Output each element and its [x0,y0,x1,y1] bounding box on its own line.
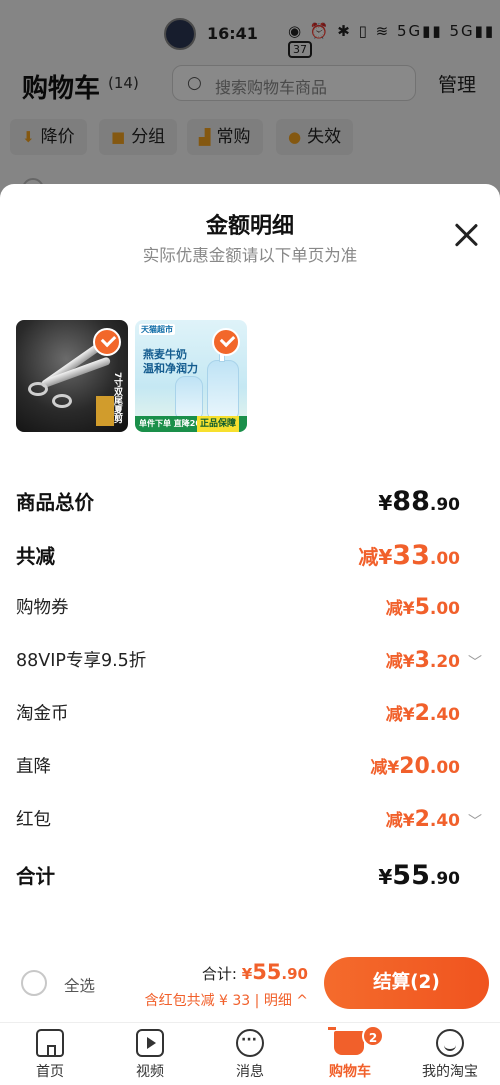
chevron-down-icon[interactable]: ﹀ [468,652,482,672]
tab-label: 首页 [36,1064,64,1080]
select-all-label[interactable]: 全选 [64,974,95,996]
tab-profile[interactable]: 我的淘宝 [400,1023,500,1085]
tab-messages[interactable]: 消息 [200,1023,300,1085]
detail-toggle[interactable]: 含红包共减 ¥ 33 | 明细 ^ [145,990,308,1010]
row-label: 淘金币 [16,704,69,724]
close-button[interactable] [452,220,482,250]
shampoo-store-tag: 天猫超市 [139,324,175,335]
tab-label: 我的淘宝 [422,1064,478,1080]
bottle-shape [175,376,203,420]
checkout-bar: 全选 合计: ¥55.90 含红包共减 ¥ 33 | 明细 ^ 结算(2) [0,946,500,1022]
row-direct-discount: 直降 减¥20.00 [16,753,460,785]
tab-label: 消息 [236,1064,264,1080]
row-value: 减¥33.00 [358,540,460,571]
row-red-packet[interactable]: 红包 减¥2.40 [16,806,460,838]
scissors-label: 7寸双尾夏剪 [112,372,122,424]
sum-label: 合计: [201,965,237,983]
row-item-total: 商品总价 ¥88.90 [16,486,460,518]
row-taojinbi: 淘金币 减¥2.40 [16,700,460,732]
cart-badge: 2 [362,1025,384,1047]
sum-value: ¥55.90 [241,960,308,984]
cart-icon [328,1027,364,1055]
row-value: 减¥2.40 [385,701,460,726]
tab-home[interactable]: 首页 [0,1023,100,1085]
home-icon [36,1029,64,1057]
tab-label: 购物车 [329,1064,371,1080]
checked-icon[interactable] [212,328,240,356]
row-value: ¥88.90 [378,486,460,517]
row-label: 购物券 [16,598,69,618]
row-label: 商品总价 [16,491,95,514]
row-label: 红包 [16,810,51,830]
message-icon [236,1029,264,1057]
row-label: 共减 [16,545,56,568]
row-value: 减¥3.20 [385,648,460,673]
shampoo-line2: 温和净润力 [143,362,198,375]
row-value: 减¥2.40 [385,807,460,832]
shampoo-badge: 正品保障 [197,416,240,432]
row-value: 减¥20.00 [370,754,460,779]
bottle-shape [207,360,239,420]
row-label: 合计 [16,865,56,888]
row-value: ¥55.90 [378,860,460,891]
chevron-down-icon[interactable]: ﹀ [468,811,482,831]
row-grand-total: 合计 ¥55.90 [16,860,460,892]
tab-cart[interactable]: 2 购物车 [300,1023,400,1085]
scissors-ring [28,382,48,396]
row-total-reduction: 共减 减¥33.00 [16,540,460,572]
sheet-subtitle: 实际优惠金额请以下单页为准 [142,246,358,265]
product-thumb-shampoo[interactable]: 天猫超市 燕麦牛奶 温和净润力 单件下单 直降20元 正品保障 [135,320,247,432]
row-label: 88VIP专享9.5折 [16,651,147,671]
tab-video[interactable]: 视频 [100,1023,200,1085]
tab-bar: 首页 视频 消息 2 购物车 我的淘宝 [0,1022,500,1085]
sheet-title: 金额明细 [205,214,294,239]
select-all-checkbox[interactable] [21,970,47,996]
row-88vip[interactable]: 88VIP专享9.5折 减¥3.20 [16,647,460,679]
scissors-ring [52,394,72,408]
checkout-button[interactable]: 结算(2) [324,957,489,1009]
profile-icon [436,1029,464,1057]
product-thumb-scissors[interactable]: 7寸双尾夏剪 [16,320,128,432]
row-label: 直降 [16,757,51,777]
checked-icon[interactable] [93,328,121,356]
video-icon [136,1029,164,1057]
row-coupon: 购物券 减¥5.00 [16,594,460,626]
tab-label: 视频 [136,1064,164,1080]
sum-line: 合计: ¥55.90 [202,960,308,984]
row-value: 减¥5.00 [385,595,460,620]
